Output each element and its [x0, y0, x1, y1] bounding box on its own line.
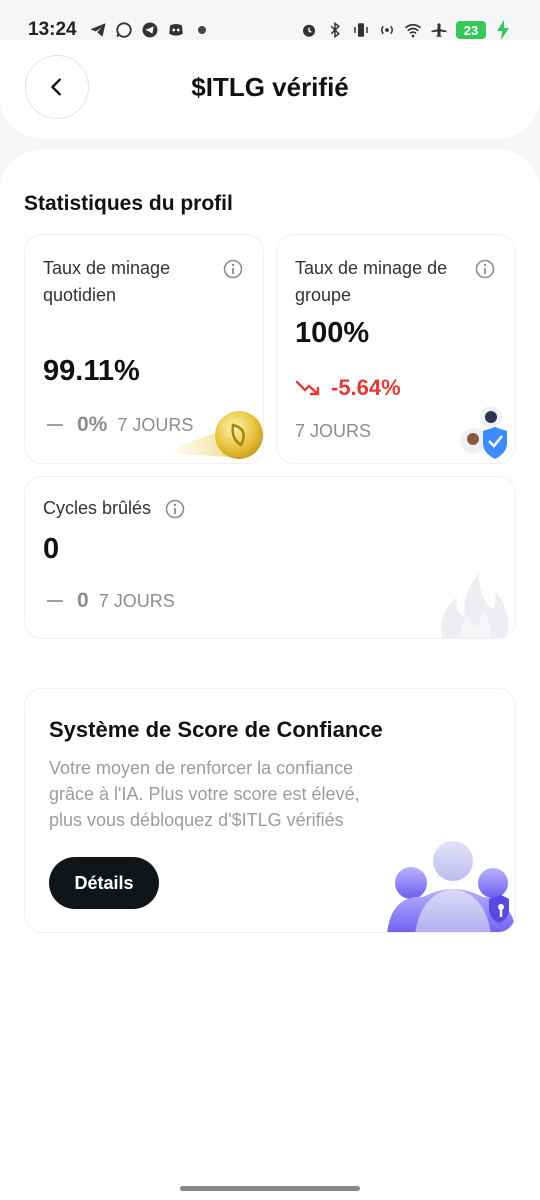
group-members-icon	[455, 403, 515, 463]
trust-score-description: Votre moyen de renforcer la confiance gr…	[49, 758, 360, 830]
trend-down-icon	[295, 379, 321, 397]
status-right: 23	[300, 20, 512, 40]
info-icon[interactable]	[223, 259, 243, 279]
charging-icon	[494, 20, 512, 40]
page-title: $ITLG vérifié	[191, 72, 349, 102]
telegram-icon	[141, 21, 159, 39]
home-indicator[interactable]	[180, 1186, 360, 1191]
alarm-icon	[300, 21, 318, 39]
trust-score-title: Système de Score de Confiance	[49, 717, 383, 742]
bluetooth-icon	[326, 21, 344, 39]
status-left: 13:24	[28, 19, 211, 41]
group-period-label: 7 JOURS	[295, 421, 372, 441]
battery-icon: 23	[456, 21, 486, 39]
group-mining-rate-card: Taux de minage de groupe 100% -5.64% 7 J…	[276, 234, 516, 464]
group-mining-rate-value: 100%	[295, 317, 370, 349]
details-button[interactable]: Détails	[49, 857, 159, 909]
info-icon[interactable]	[165, 499, 185, 519]
trust-score-card: Système de Score de Confiance Votre moye…	[24, 688, 516, 933]
group-trend-row: -5.64%	[295, 375, 401, 401]
trust-illustration-icon	[361, 837, 515, 932]
dot-icon	[193, 21, 211, 39]
hotspot-icon	[378, 21, 396, 39]
telegram-icon	[89, 21, 107, 39]
burned-trend-row: 0 7 JOURS	[47, 589, 175, 613]
status-time: 13:24	[28, 19, 77, 40]
header: $ITLG vérifié	[0, 40, 540, 138]
wifi-icon	[404, 21, 422, 39]
daily-change-value: 0%	[77, 413, 108, 436]
dash-icon	[47, 600, 63, 602]
daily-mining-rate-card: Taux de minage quotidien 99.11% 0% 7 JOU…	[24, 234, 264, 464]
info-icon[interactable]	[475, 259, 495, 279]
dash-icon	[47, 424, 63, 426]
section-title: Statistiques du profil	[24, 192, 233, 215]
coin-icon	[161, 405, 263, 463]
airplane-icon	[430, 21, 448, 39]
whatsapp-icon	[115, 21, 133, 39]
burned-cycles-value: 0	[43, 533, 60, 565]
group-change-value: -5.64%	[331, 375, 401, 400]
vibrate-icon	[352, 21, 370, 39]
daily-mining-rate-label: Taux de minage quotidien	[43, 258, 171, 305]
burned-cycles-card: Cycles brûlés 0 0 7 JOURS	[24, 476, 516, 639]
burned-cycles-label: Cycles brûlés	[43, 498, 152, 518]
burned-period-label: 7 JOURS	[98, 590, 175, 611]
flame-icon	[435, 565, 511, 638]
discord-icon	[167, 21, 185, 39]
burned-change-value: 0	[77, 589, 89, 612]
group-mining-rate-label: Taux de minage de groupe	[295, 258, 448, 305]
daily-mining-rate-value: 99.11%	[43, 355, 140, 387]
